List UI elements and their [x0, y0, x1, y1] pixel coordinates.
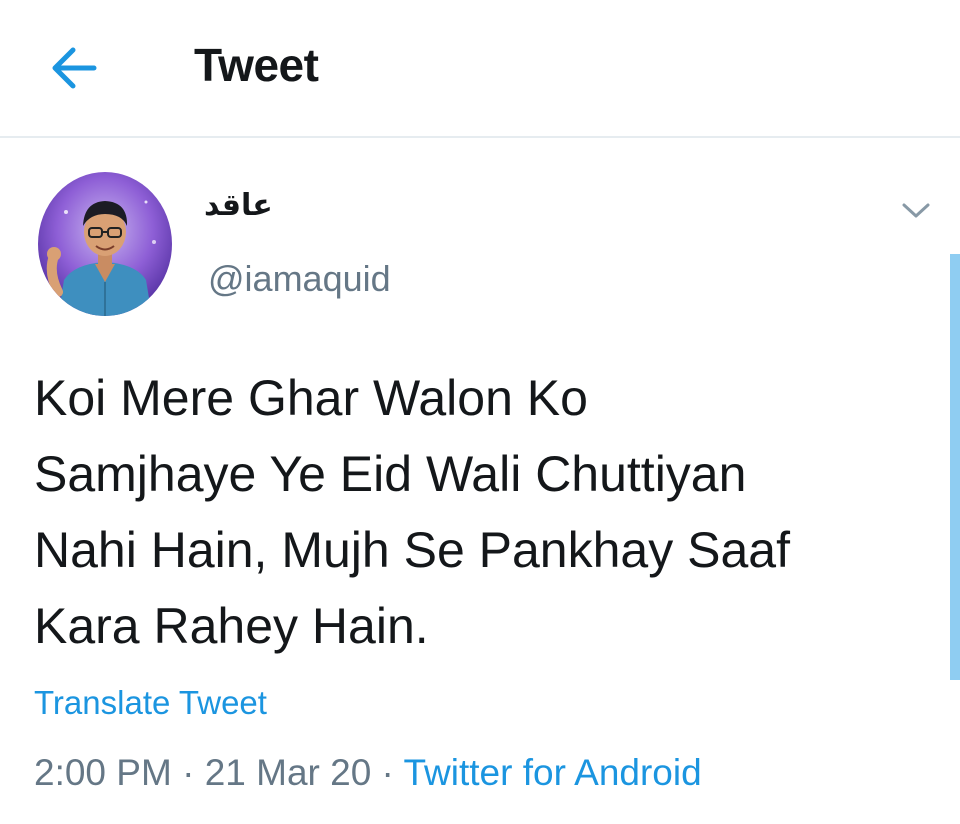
tweet-text: Koi Mere Ghar Walon Ko Samjhaye Ye Eid W… [34, 360, 934, 664]
display-name[interactable]: عاقد [204, 188, 273, 223]
top-app-bar: Tweet [0, 0, 960, 138]
tweet-source-link[interactable]: Twitter for Android [404, 752, 702, 793]
user-avatar-illustration [38, 172, 172, 316]
tweet-text-line: Samjhaye Ye Eid Wali Chuttiyan [34, 446, 747, 502]
avatar[interactable] [38, 172, 172, 316]
user-handle[interactable]: @iamaquid [208, 258, 391, 300]
meta-separator: · [171, 752, 205, 793]
tweet-time: 2:00 PM [34, 752, 172, 793]
page-title: Tweet [194, 39, 319, 91]
tweet-meta: 2:00 PM · 21 Mar 20 · Twitter for Androi… [34, 752, 702, 794]
arrow-left-icon [52, 47, 97, 89]
back-button[interactable] [44, 40, 104, 96]
tweet-date: 21 Mar 20 [204, 752, 372, 793]
meta-separator: · [371, 752, 404, 793]
tweet-text-line: Kara Rahey Hain. [34, 598, 429, 654]
tweet-menu-button[interactable] [898, 196, 934, 226]
scroll-indicator [950, 254, 960, 680]
tweet-text-line: Koi Mere Ghar Walon Ko [34, 370, 588, 426]
translate-tweet-link[interactable]: Translate Tweet [34, 684, 267, 722]
tweet-text-line: Nahi Hain, Mujh Se Pankhay Saaf [34, 522, 790, 578]
chevron-down-icon [902, 203, 930, 218]
